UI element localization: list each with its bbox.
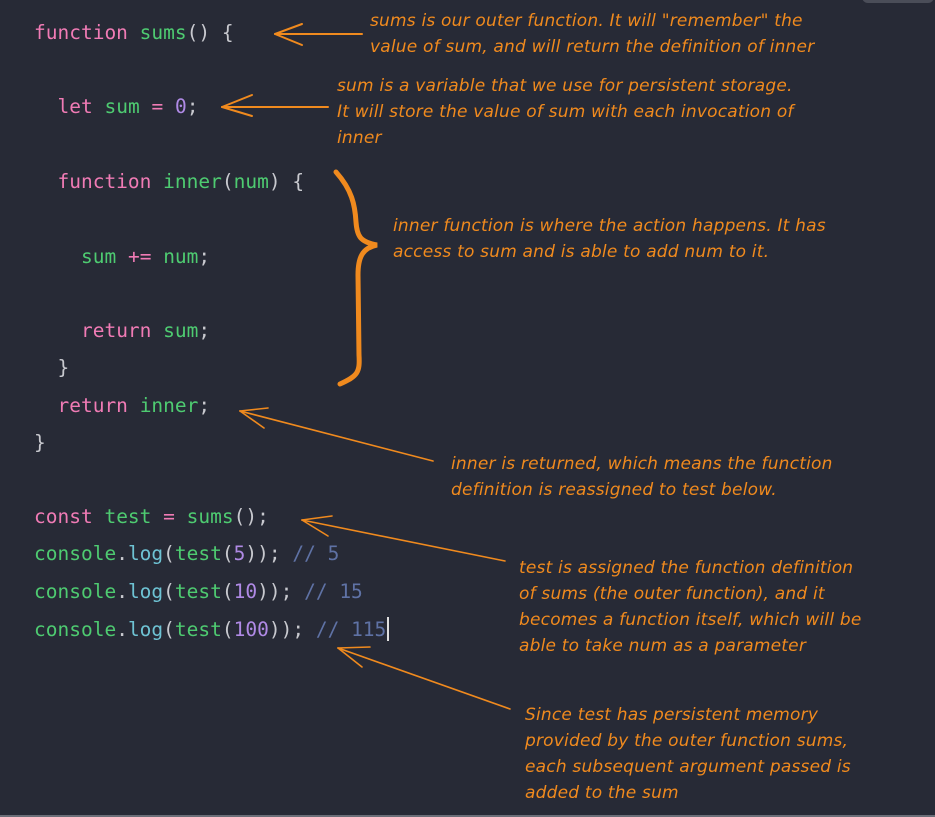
arrow-to-const-test xyxy=(301,515,506,562)
arrow-to-last-log xyxy=(337,646,511,710)
arrow-to-sums xyxy=(274,23,363,46)
arrow-to-return-inner xyxy=(239,407,434,462)
annotation-overlay xyxy=(221,23,511,710)
arrow-to-sum xyxy=(221,94,329,117)
curly-brace-icon xyxy=(333,169,378,387)
